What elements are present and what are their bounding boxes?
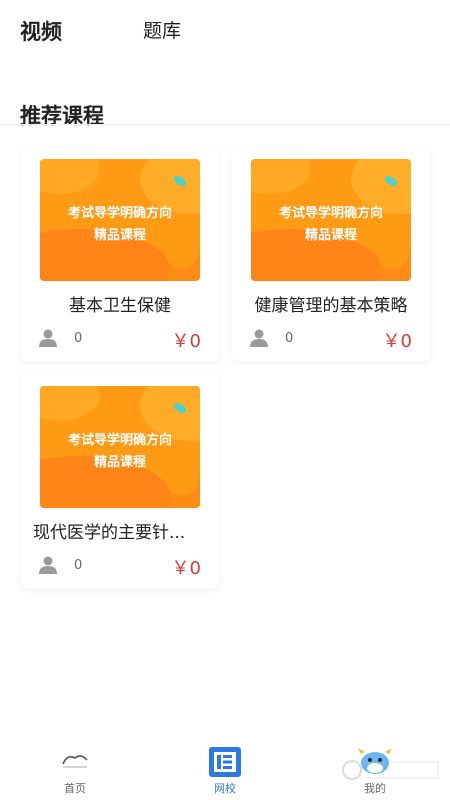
app-screen: 视频 题库 推荐课程 考试导学明确方向 精品课程 基本卫生保健 0 ￥0 考试导… — [0, 0, 450, 800]
course-card[interactable]: 考试导学明确方向 精品课程 现代医学的主要针... 0 ￥0 — [21, 374, 219, 588]
thumbnail-headline: 考试导学明确方向 — [67, 206, 172, 221]
course-card[interactable]: 考试导学明确方向 精品课程 基本卫生保健 0 ￥0 — [21, 147, 219, 361]
course-thumbnail: 考试导学明确方向 精品课程 — [40, 386, 200, 508]
divider — [0, 124, 450, 125]
tab-video[interactable]: 视频 — [20, 16, 62, 46]
thumbnail-subtitle: 精品课程 — [93, 455, 146, 470]
course-thumbnail: 考试导学明确方向 精品课程 — [251, 159, 411, 281]
course-thumbnail: 考试导学明确方向 精品课程 — [40, 159, 200, 281]
course-title: 基本卫生保健 — [69, 296, 171, 316]
student-count: 0 — [74, 558, 83, 573]
course-price: ￥0 — [171, 331, 201, 352]
section-title: 推荐课程 — [20, 104, 104, 128]
person-icon — [39, 329, 57, 347]
person-icon — [39, 556, 57, 574]
student-count: 0 — [285, 331, 294, 346]
thumbnail-subtitle: 精品课程 — [93, 228, 146, 243]
course-price: ￥0 — [382, 331, 412, 352]
home-logo-icon — [62, 755, 88, 768]
nav-school-label: 网校 — [214, 782, 236, 795]
thumbnail-subtitle: 精品课程 — [304, 228, 357, 243]
course-card[interactable]: 考试导学明确方向 精品课程 健康管理的基本策略 0 ￥0 — [232, 147, 430, 361]
course-title: 健康管理的基本策略 — [254, 296, 408, 316]
school-icon — [209, 747, 241, 777]
student-count: 0 — [74, 331, 83, 346]
thumbnail-headline: 考试导学明确方向 — [67, 433, 172, 448]
tab-question-bank[interactable]: 题库 — [143, 16, 181, 43]
course-title: 现代医学的主要针... — [33, 523, 186, 543]
nav-home[interactable]: 首页 — [25, 740, 125, 800]
person-icon — [250, 329, 268, 347]
watermark-logo-icon — [342, 760, 439, 780]
thumbnail-headline: 考试导学明确方向 — [278, 206, 383, 221]
nav-home-label: 首页 — [64, 782, 86, 795]
nav-school[interactable]: 网校 — [175, 740, 275, 800]
course-price: ￥0 — [171, 558, 201, 579]
top-tab-bar: 视频 题库 — [0, 0, 450, 60]
